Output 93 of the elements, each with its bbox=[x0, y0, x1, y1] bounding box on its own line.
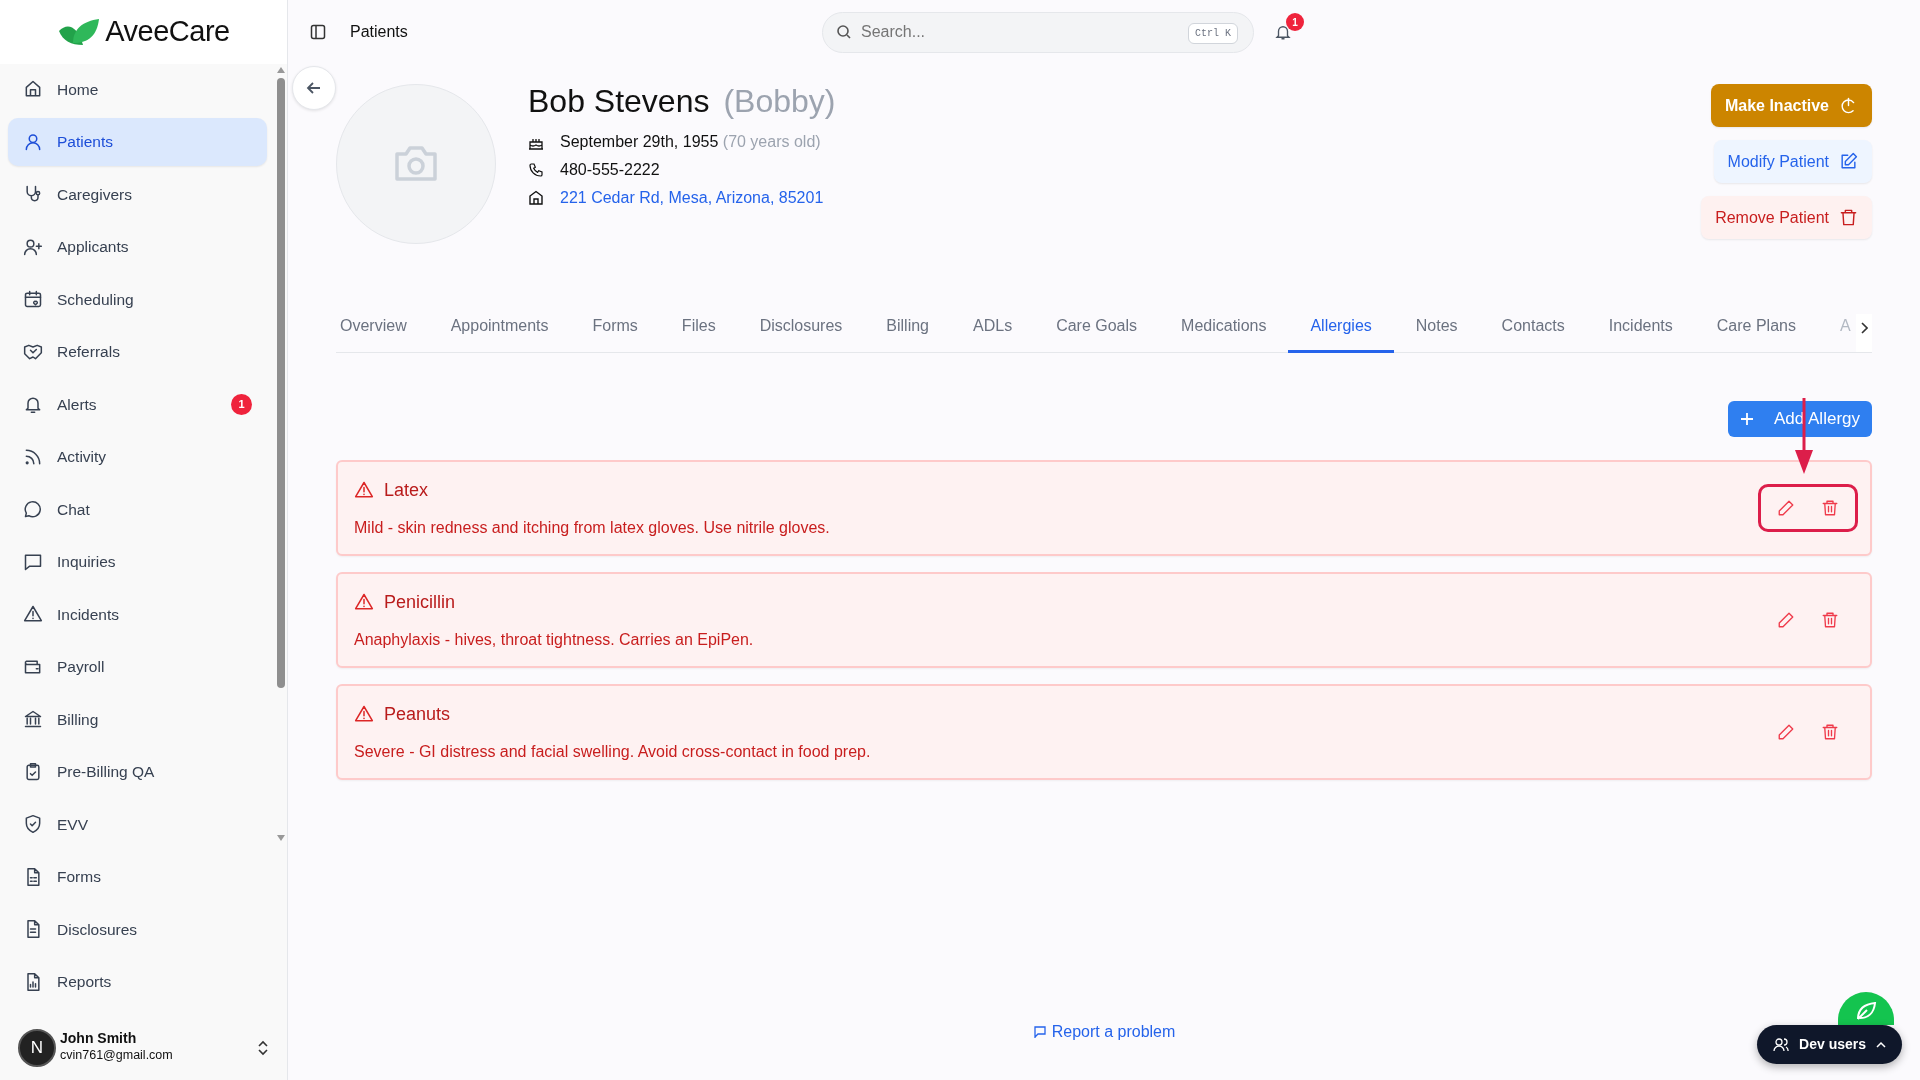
house-icon bbox=[528, 190, 544, 207]
phone-number: 480-555-2222 bbox=[560, 160, 660, 181]
dev-users-button[interactable]: Dev users bbox=[1757, 1025, 1902, 1064]
user-avatar: N bbox=[18, 1029, 56, 1067]
delete-button[interactable] bbox=[1821, 499, 1839, 517]
edit-icon bbox=[1839, 152, 1858, 171]
allergy-description: Anaphylaxis - hives, throat tightness. Carries an EpiPen. bbox=[354, 629, 754, 650]
user-name: John Smith bbox=[60, 1030, 138, 1047]
tab[interactable]: Overview bbox=[336, 314, 429, 353]
sidebar-item[interactable]: Caregivers bbox=[8, 170, 267, 219]
pencil-icon bbox=[1777, 723, 1795, 741]
sidebar-item[interactable]: Activity bbox=[8, 432, 267, 481]
assistant-button[interactable] bbox=[1838, 992, 1894, 1025]
plus-icon bbox=[1740, 412, 1754, 426]
allergy-name: Latex bbox=[384, 478, 429, 502]
sidebar-item[interactable]: EVV bbox=[8, 800, 267, 849]
sidebar-item[interactable]: Pre-Billing QA bbox=[8, 747, 267, 796]
sidebar-item[interactable]: Scheduling bbox=[8, 275, 267, 324]
trash-icon bbox=[1839, 208, 1858, 227]
allergy-name: Peanuts bbox=[384, 702, 451, 726]
user-email: cvin761@gmail.com bbox=[60, 1047, 173, 1065]
sidebar-item[interactable]: Forms bbox=[8, 852, 267, 901]
leaf-logo-icon bbox=[57, 17, 102, 47]
warning-icon bbox=[354, 592, 374, 612]
leaf-icon bbox=[1855, 1000, 1877, 1021]
delete-button[interactable] bbox=[1821, 723, 1839, 741]
edit-button[interactable] bbox=[1777, 611, 1795, 629]
tab[interactable]: Disclosures bbox=[737, 314, 865, 353]
allergy-description: Mild - skin redness and itching from latex gloves. Use nitrile gloves. bbox=[354, 517, 830, 538]
trash-icon bbox=[1821, 611, 1839, 629]
tab[interactable]: Notes bbox=[1393, 314, 1480, 353]
chevron-up-icon bbox=[1876, 1040, 1886, 1049]
scroll-right-button[interactable] bbox=[1856, 314, 1872, 352]
camera-icon bbox=[393, 145, 439, 183]
trash-icon bbox=[1821, 723, 1839, 741]
alert-count: 1 bbox=[231, 393, 252, 415]
allergy-description: Severe - GI distress and facial swelling. Avoid cross-contact in food prep. bbox=[354, 741, 871, 762]
sidebar-item[interactable]: Patients bbox=[8, 117, 267, 166]
tab[interactable]: Files bbox=[659, 314, 738, 353]
sidebar-item[interactable]: Chat bbox=[8, 485, 267, 534]
clipboard-check-icon bbox=[23, 761, 43, 782]
notifications-button[interactable] bbox=[1274, 23, 1292, 41]
sidebar-item[interactable]: Inquiries bbox=[8, 537, 267, 586]
tab[interactable]: Care Plans bbox=[1694, 314, 1818, 353]
tab[interactable]: Forms bbox=[570, 314, 660, 353]
sidebar-item[interactable]: Incidents bbox=[8, 590, 267, 639]
pencil-icon bbox=[1777, 499, 1795, 517]
pencil-icon bbox=[1777, 611, 1795, 629]
sidebar-item[interactable]: Reports bbox=[8, 957, 267, 1006]
chevron-right-icon bbox=[1860, 321, 1868, 334]
modify-patient-button[interactable]: Modify Patient bbox=[1713, 140, 1872, 183]
sidebar-item[interactable]: Home bbox=[8, 65, 267, 114]
tab[interactable]: Medications bbox=[1159, 314, 1289, 353]
sidebar-item[interactable]: Referrals bbox=[8, 327, 267, 376]
edit-button[interactable] bbox=[1777, 723, 1795, 741]
shield-check-icon bbox=[23, 814, 43, 835]
search-icon bbox=[836, 23, 852, 40]
users-icon bbox=[1773, 1036, 1790, 1053]
delete-button[interactable] bbox=[1821, 611, 1839, 629]
sidebar-toggle-icon[interactable] bbox=[310, 24, 326, 40]
remove-patient-button[interactable]: Remove Patient bbox=[1701, 196, 1872, 239]
tab[interactable]: Care Goals bbox=[1034, 314, 1160, 353]
bank-icon bbox=[23, 709, 43, 730]
edit-button[interactable] bbox=[1777, 499, 1795, 517]
birth-date: September 29th, 1955 (70 years old) bbox=[560, 132, 821, 153]
trash-icon bbox=[1821, 499, 1839, 517]
user-icon bbox=[23, 131, 43, 152]
sidebar-item[interactable]: Disclosures bbox=[8, 905, 267, 954]
chevron-up-down-icon[interactable] bbox=[257, 1040, 269, 1056]
address-link[interactable]: 221 Cedar Rd, Mesa, Arizona, 85201 bbox=[560, 186, 824, 211]
tab[interactable]: ADLs bbox=[951, 314, 1035, 353]
tab[interactable]: Billing bbox=[864, 314, 951, 353]
add-allergy-button[interactable]: Add Allergy bbox=[1728, 401, 1872, 437]
report-problem-link[interactable]: Report a problem bbox=[1032, 1020, 1176, 1044]
sidebar-item[interactable]: Payroll bbox=[8, 642, 267, 691]
sidebar-item[interactable]: Applicants bbox=[8, 222, 267, 271]
breadcrumb: Patients bbox=[350, 22, 408, 42]
back-button[interactable] bbox=[292, 66, 336, 110]
allergy-name: Penicillin bbox=[384, 590, 456, 614]
bell-icon bbox=[1274, 23, 1292, 41]
tab[interactable]: Appointments bbox=[428, 314, 571, 353]
patient-name: Bob Stevens (Bobby) bbox=[528, 82, 836, 121]
sidebar-item[interactable]: Alerts 1 bbox=[8, 380, 267, 429]
warning-icon bbox=[354, 704, 374, 724]
chat-bubble-icon bbox=[23, 499, 43, 520]
brand-name: AveeCare bbox=[105, 14, 230, 50]
tab[interactable]: Incidents bbox=[1586, 314, 1695, 353]
tab[interactable]: Allergies bbox=[1288, 314, 1394, 353]
warning-icon bbox=[354, 480, 374, 500]
sidebar-item[interactable]: Billing bbox=[8, 695, 267, 744]
notification-count: 1 bbox=[1286, 13, 1304, 31]
tab[interactable]: Contacts bbox=[1479, 314, 1587, 353]
phone-icon bbox=[528, 162, 544, 179]
